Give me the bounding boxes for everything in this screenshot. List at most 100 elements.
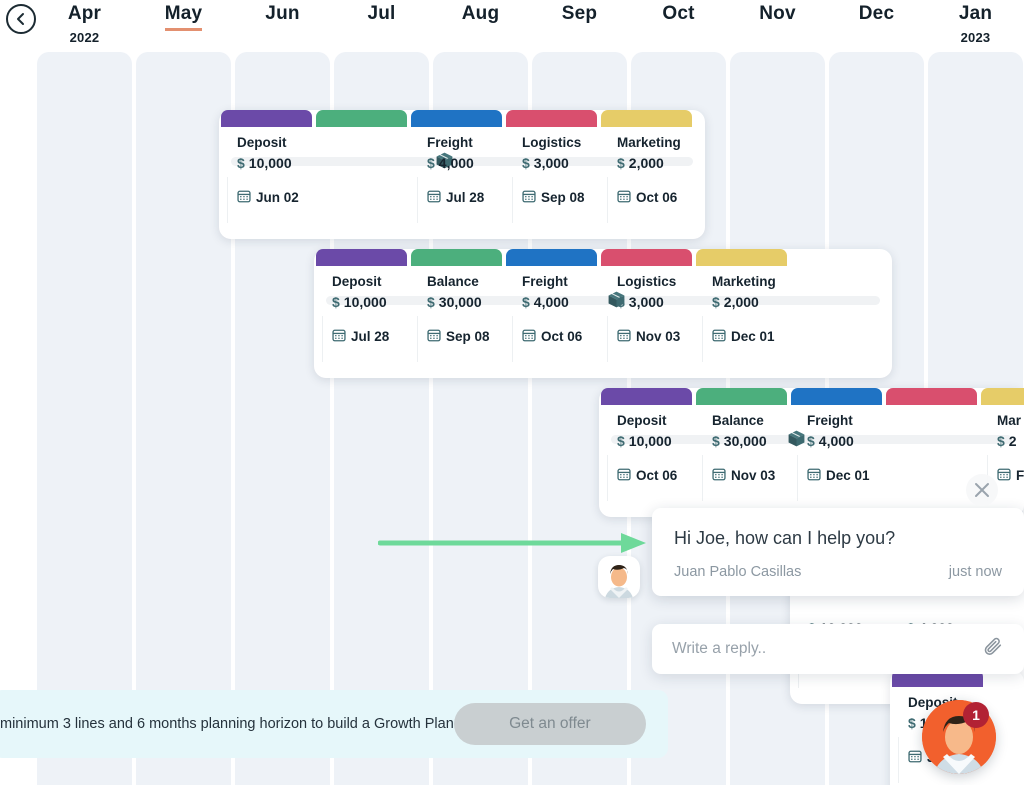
cell-divider	[227, 177, 228, 223]
month-tab-aug[interactable]: Aug	[433, 3, 528, 28]
card-tab	[601, 110, 692, 127]
package-icon	[787, 429, 806, 453]
month-name: Jun	[265, 3, 299, 28]
calendar-icon	[712, 467, 726, 485]
growth-plan-banner: minimum 3 lines and 6 months planning ho…	[0, 690, 668, 758]
month-name: Sep	[562, 3, 597, 28]
date-value: Sep 08	[446, 329, 490, 345]
calendar-icon	[522, 328, 536, 346]
month-tab-jul[interactable]: Jul	[334, 3, 429, 28]
month-tab-oct[interactable]: Oct	[631, 3, 726, 28]
card-cells: Deposit$10,000Jun 02Freight$4,000Jul 28L…	[219, 127, 705, 227]
cell-divider	[607, 177, 608, 223]
date-value: Jul 28	[446, 190, 484, 206]
calendar-icon	[908, 749, 922, 767]
cell-divider	[512, 316, 513, 362]
card-body: Deposit$10,000Oct 06Balance$30,000Nov 03…	[599, 405, 1024, 517]
date-value: Oct 06	[636, 468, 677, 484]
card-progress-track	[326, 296, 880, 305]
cell-divider	[607, 455, 608, 501]
month-name: Jul	[367, 3, 395, 28]
milestone-date: Dec 01	[712, 266, 775, 346]
card-tab	[411, 249, 502, 266]
milestone-date: Sep 08	[522, 127, 585, 207]
card-body: Deposit$10,000Jul 28Balance$30,000Sep 08…	[314, 266, 892, 378]
month-column-apr	[37, 52, 132, 785]
get-an-offer-button[interactable]: Get an offer	[454, 703, 646, 745]
month-tab-jun[interactable]: Jun	[235, 3, 330, 28]
card-tab	[601, 249, 692, 266]
calendar-icon	[617, 189, 631, 207]
milestone-date: Nov 03	[617, 266, 680, 346]
milestone-date: Jun 02	[237, 127, 299, 207]
paperclip-icon[interactable]	[982, 636, 1004, 663]
card-tab	[886, 388, 977, 405]
card-tab	[506, 110, 597, 127]
card-tab	[506, 249, 597, 266]
card-tab	[221, 110, 312, 127]
timeline-card[interactable]: Deposit$10,000Oct 06Balance$30,000Nov 03…	[599, 388, 1024, 517]
month-tab-dec[interactable]: Dec	[829, 3, 924, 28]
month-name: Nov	[759, 3, 796, 28]
calendar-icon	[997, 467, 1011, 485]
chat-message-meta: Juan Pablo Casillas just now	[652, 556, 1024, 596]
timeline-app: Apr2022MayJunJulAugSepOctNovDecJan2023F …	[0, 0, 1024, 785]
date-value: Nov 03	[636, 329, 680, 345]
month-year: 2023	[928, 31, 1023, 45]
calendar-icon	[712, 328, 726, 346]
calendar-icon	[237, 189, 251, 207]
milestone-date: Jul 28	[332, 266, 389, 346]
card-tab-strip	[314, 249, 892, 266]
cell-divider	[607, 316, 608, 362]
chat-message-card: Hi Joe, how can I help you? Juan Pablo C…	[652, 508, 1024, 596]
month-name: Apr	[68, 3, 101, 28]
date-value: Nov 03	[731, 468, 775, 484]
calendar-icon	[522, 189, 536, 207]
back-arrow-icon[interactable]	[6, 4, 36, 34]
month-tab-may[interactable]: May	[136, 3, 231, 31]
calendar-icon	[807, 467, 821, 485]
card-tab-strip	[599, 388, 1024, 405]
calendar-icon	[332, 328, 346, 346]
month-header: Apr2022MayJunJulAugSepOctNovDecJan2023F	[0, 0, 1024, 52]
card-cells: Deposit$10,000Oct 06Balance$30,000Nov 03…	[599, 405, 1024, 505]
cell-divider	[898, 737, 899, 783]
calendar-icon	[617, 328, 631, 346]
milestone-date: Oct 06	[522, 266, 582, 346]
date-value: Dec 01	[826, 468, 870, 484]
card-tab	[411, 110, 502, 127]
card-tab	[696, 388, 787, 405]
cell-divider	[797, 455, 798, 501]
date-value: Oct 06	[541, 329, 582, 345]
month-tab-nov[interactable]: Nov	[730, 3, 825, 28]
timeline-card[interactable]: Deposit$10,000Jun 02Freight$4,000Jul 28L…	[219, 110, 705, 239]
month-tab-apr[interactable]: Apr 2022	[37, 3, 132, 45]
cell-divider	[417, 316, 418, 362]
milestone-date: Dec 01	[807, 405, 870, 485]
milestone-date: Jul 28	[427, 127, 484, 207]
month-name: Dec	[859, 3, 894, 28]
chat-reply-input[interactable]: Write a reply..	[652, 624, 1024, 674]
milestone-date: Nov 03	[712, 405, 775, 485]
month-tab-jan[interactable]: Jan 2023	[928, 3, 1023, 45]
chat-close-button[interactable]	[966, 474, 998, 506]
milestone-date: F	[997, 405, 1024, 485]
date-value: Sep 08	[541, 190, 585, 206]
calendar-icon	[617, 467, 631, 485]
calendar-icon	[427, 328, 441, 346]
timeline-card[interactable]: Deposit$10,000Jul 28Balance$30,000Sep 08…	[314, 249, 892, 378]
date-value: F	[1016, 468, 1024, 484]
banner-text: minimum 3 lines and 6 months planning ho…	[0, 716, 454, 732]
milestone-date: Oct 06	[617, 405, 677, 485]
cell-divider	[417, 177, 418, 223]
month-year: 2022	[37, 31, 132, 45]
card-tab	[316, 249, 407, 266]
cell-divider	[702, 316, 703, 362]
month-name: Jan	[959, 3, 992, 28]
date-value: Jul 28	[351, 329, 389, 345]
chat-timestamp: just now	[949, 564, 1002, 580]
milestone-date: Oct 06	[617, 127, 677, 207]
card-body: Deposit$10,000Jun 02Freight$4,000Jul 28L…	[219, 127, 705, 239]
chat-message-text: Hi Joe, how can I help you?	[652, 508, 1024, 556]
month-tab-sep[interactable]: Sep	[532, 3, 627, 28]
